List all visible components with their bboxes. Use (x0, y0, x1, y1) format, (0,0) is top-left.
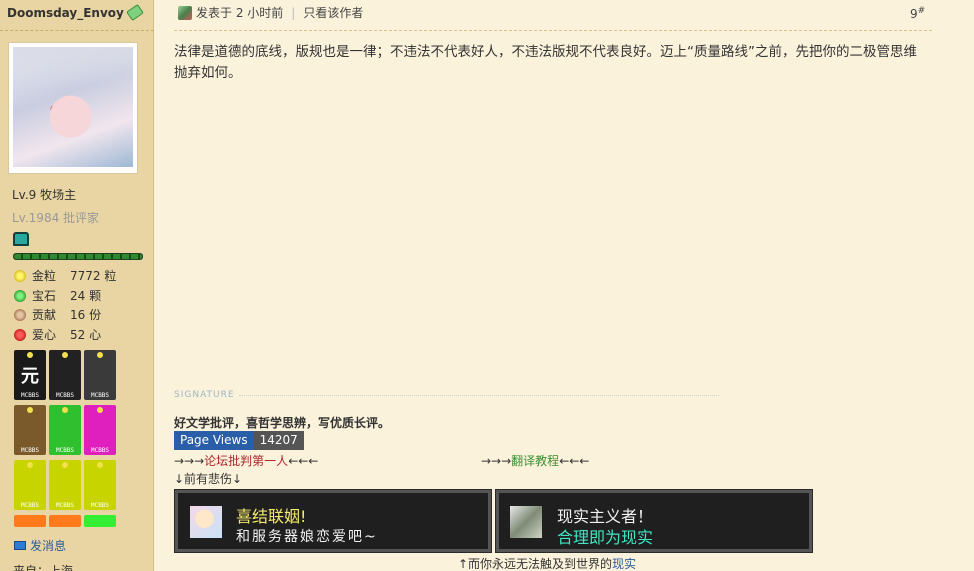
medal-label: MCBBS (20, 502, 40, 509)
floor-number-link[interactable]: 9# (910, 6, 925, 21)
medal-label: MCBBS (90, 392, 110, 399)
minecart-icon (13, 232, 29, 246)
medal-image (17, 417, 43, 443)
medal-pin-icon (97, 407, 103, 413)
green-medal-icon[interactable] (84, 515, 116, 527)
medal-label: MCBBS (55, 447, 75, 454)
banner-subtitle: 合理即为现实 (557, 528, 654, 547)
signature-footer: ↑而你永远无法触及到世界的现实 (458, 557, 637, 571)
medal-pin-icon (27, 352, 33, 358)
medal-label: MCBBS (20, 392, 40, 399)
pickaxe-medal-icon-2[interactable]: MCBBS (49, 460, 81, 510)
envelope-icon (14, 541, 26, 550)
medal-pin-icon (97, 352, 103, 358)
stat-label: 爱心 (32, 328, 57, 342)
medal-image (52, 417, 78, 443)
page-views-count: 14207 (253, 431, 304, 450)
stat-gem: 宝石 24 颗 (14, 287, 101, 304)
signature-motto: 好文学批评，喜哲学思辨，写优质长评。 (174, 416, 391, 430)
medal-image (52, 362, 78, 388)
medal-image (52, 472, 78, 498)
medal-label: MCBBS (55, 502, 75, 509)
medal-pin-icon (62, 352, 68, 358)
cobweb-medal-icon[interactable]: MCBBS (49, 350, 81, 400)
medal-image: 元 (21, 366, 39, 387)
header-divider (174, 30, 932, 31)
medal-image (87, 472, 113, 498)
cookie-icon (14, 308, 26, 321)
forum-critic-link[interactable]: 论坛批判第一人 (204, 454, 288, 468)
medal-image (87, 417, 113, 443)
level-progress-bar (13, 253, 143, 260)
medal-image (17, 472, 43, 498)
pickaxe-medal-icon-3[interactable]: MCBBS (84, 460, 116, 510)
divider (0, 30, 154, 31)
username-link[interactable]: Doomsday_Envoy (7, 3, 144, 22)
stat-gold: 金粒 7772 粒 (14, 267, 116, 284)
medal-pin-icon (62, 407, 68, 413)
posted-time: 发表于 2 小时前 (196, 6, 284, 20)
ender-medal-icon[interactable]: MCBBS (84, 350, 116, 400)
pencil-badge-icon (125, 3, 144, 22)
orange-medal-icon[interactable] (14, 515, 46, 527)
post-status-icon (178, 5, 192, 20)
page-views-badge: Page Views 14207 (174, 431, 304, 450)
only-author-link[interactable]: 只看该作者 (303, 4, 363, 21)
medal-label: MCBBS (90, 502, 110, 509)
signature-link-row-2: →→→翻译教程←←← (481, 454, 590, 468)
reality-link[interactable]: 现实 (612, 557, 636, 571)
marriage-banner[interactable]: 喜结联姻! 和服务器娘恋爱吧~ (174, 489, 492, 553)
send-message-link[interactable]: 发消息 (14, 537, 66, 554)
bookshelf-medal-icon[interactable]: MCBBS (49, 405, 81, 455)
stat-contribution: 贡献 16 份 (14, 306, 101, 323)
signature-divider (238, 394, 719, 396)
stat-value: 16 份 (70, 308, 102, 322)
medal-pin-icon (62, 462, 68, 468)
stat-label: 贡献 (32, 308, 57, 322)
pickaxe-medal-icon[interactable]: MCBBS (14, 460, 46, 510)
separator: | (291, 5, 296, 20)
medal-pin-icon (27, 462, 33, 468)
green-apple-medal-icon[interactable]: MCBBS (84, 405, 116, 455)
stat-love: 爱心 52 心 (14, 326, 101, 343)
gold-nugget-icon (14, 269, 26, 282)
medal-image (87, 362, 113, 388)
post-content: 法律是道德的底线，版规也是一律；不违法不代表好人，不违法版规不代表良好。迈上“质… (174, 44, 917, 81)
medal-label: MCBBS (55, 392, 75, 399)
post-header: 发表于 2 小时前 | 只看该作者 (178, 4, 363, 21)
banner-title: 喜结联姻! (236, 507, 307, 526)
medal-pin-icon (27, 407, 33, 413)
book-medal-icon[interactable]: MCBBS (14, 405, 46, 455)
apple-icon (14, 328, 26, 341)
translation-tutorial-link[interactable]: 翻译教程 (511, 454, 559, 468)
landscape-thumbnail-image (510, 506, 542, 538)
stat-label: 金粒 (32, 269, 57, 283)
medal-label: MCBBS (90, 447, 110, 454)
level-progress-fill (14, 254, 142, 259)
orange-medal-icon-2[interactable] (49, 515, 81, 527)
avatar[interactable] (8, 42, 138, 174)
stat-label: 宝石 (32, 289, 57, 303)
user-location: 来自：上海 (13, 564, 74, 571)
sad-line: ↓前有悲伤↓ (174, 472, 243, 486)
send-message-label: 发消息 (30, 539, 67, 553)
user-sidebar: Doomsday_Envoy Lv.9 牧场主 Lv.1984 批评家 金粒 77… (0, 0, 154, 571)
gem-icon (14, 289, 26, 302)
stat-value: 24 颗 (70, 289, 102, 303)
anime-girl-avatar-image (13, 47, 133, 167)
yuan-medal-icon[interactable]: 元 MCBBS (14, 350, 46, 400)
realist-banner[interactable]: 现实主义者！ 合理即为现实 (495, 489, 813, 553)
user-level: Lv.9 牧场主 (12, 188, 77, 202)
user-title: Lv.1984 批评家 (12, 211, 100, 225)
stat-value: 7772 粒 (70, 269, 117, 283)
medal-label: MCBBS (20, 447, 40, 454)
anime-thumbnail-image (190, 506, 222, 538)
banner-subtitle: 和服务器娘恋爱吧~ (236, 529, 378, 545)
page-views-label: Page Views (174, 431, 254, 450)
stat-value: 52 心 (70, 328, 102, 342)
signature-link-row-1: →→→论坛批判第一人←←← (174, 454, 319, 468)
medal-pin-icon (97, 462, 103, 468)
signature-heading: SIGNATURE (174, 390, 719, 400)
